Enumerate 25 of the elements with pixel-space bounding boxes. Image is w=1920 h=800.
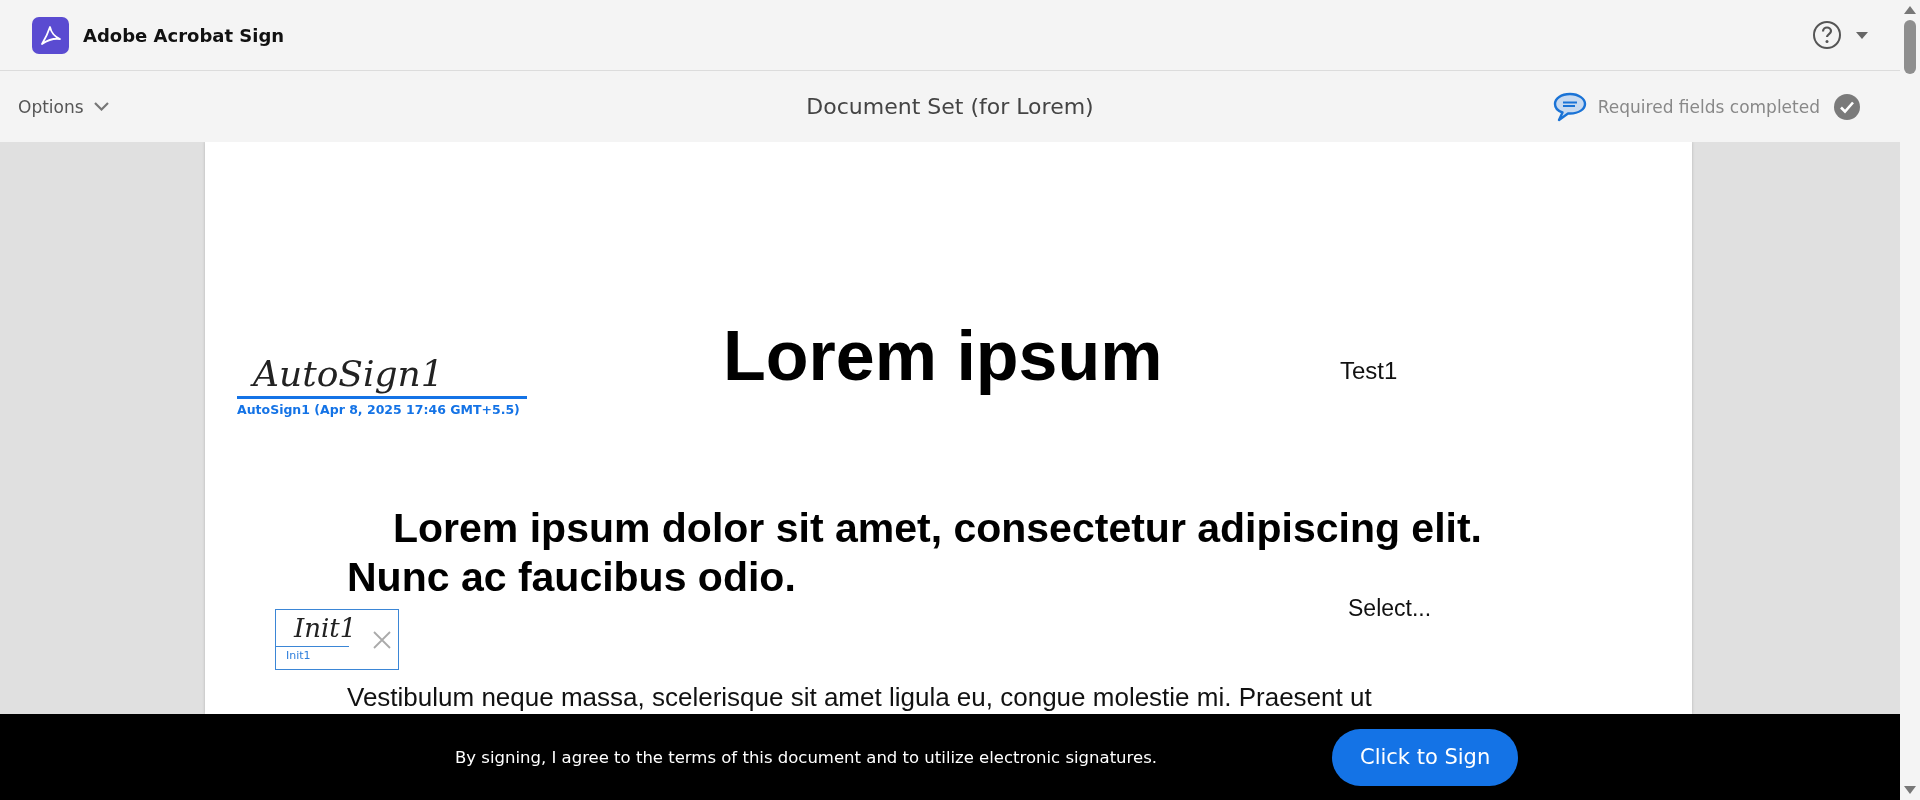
app-name: Adobe Acrobat Sign: [83, 24, 285, 46]
dropdown-field[interactable]: Select...: [1348, 595, 1432, 622]
close-icon: [372, 630, 392, 650]
scroll-up-icon[interactable]: [1904, 6, 1916, 14]
document-title: Document Set (for Lorem): [806, 94, 1094, 119]
initials-field[interactable]: Init1 Init1: [275, 609, 399, 670]
initials-value: Init1: [276, 610, 349, 647]
close-button[interactable]: [372, 630, 392, 650]
scroll-down-icon[interactable]: [1904, 786, 1916, 794]
initials-caption: Init1: [285, 648, 312, 662]
text-field[interactable]: Test1: [1340, 357, 1398, 385]
signature-caption: AutoSign1 (Apr 8, 2025 17:46 GMT+5.5): [237, 402, 521, 417]
body-paragraph: Vestibulum neque massa, scelerisque sit amet ligula eu, congue molestie mi. Praesent ut: [347, 682, 1372, 713]
caret-icon[interactable]: [1856, 31, 1868, 39]
scroll-thumb[interactable]: [1904, 20, 1916, 74]
app-logo-icon: [32, 16, 69, 54]
help-icon[interactable]: [1812, 20, 1842, 50]
chevron-icon: [93, 102, 109, 111]
sign-button[interactable]: Click to Sign: [1331, 728, 1519, 786]
options-button[interactable]: Options: [18, 96, 109, 117]
chat-bubble-icon[interactable]: [1551, 91, 1588, 122]
document-title-text: Lorem ipsum: [723, 316, 1163, 396]
signature-field[interactable]: AutoSign1: [237, 352, 527, 399]
status-text: Required fields completed: [1597, 96, 1820, 117]
consent-notice: By signing, I agree to the terms of this document and to utilize electronic signatures.: [455, 747, 1157, 767]
